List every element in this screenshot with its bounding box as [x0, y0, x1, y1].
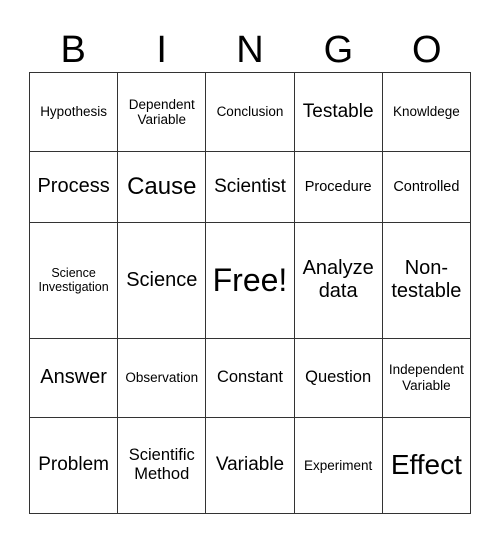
bingo-cell: Constant: [205, 337, 295, 418]
bingo-cell: Science Investigation: [28, 221, 119, 339]
bingo-cell: Scientist: [205, 151, 295, 223]
bingo-row: Science Investigation Science Free! Anal…: [28, 221, 472, 339]
header-letter-n: N: [236, 29, 264, 71]
bingo-cell: Dependent Variable: [117, 71, 207, 153]
header-letter-g: G: [323, 29, 354, 71]
free-space-cell: Free!: [205, 221, 295, 339]
bingo-cell: Observation: [117, 337, 207, 418]
bingo-row: Problem Scientific Method Variable Exper…: [28, 416, 472, 515]
bingo-header: B I N G O: [29, 28, 471, 72]
bingo-cell: Controlled: [381, 151, 472, 223]
bingo-cell: Answer: [28, 337, 119, 418]
header-letter-o: O: [412, 29, 442, 71]
bingo-cell: Analyze data: [293, 221, 383, 339]
bingo-cell: Procedure: [293, 151, 383, 223]
bingo-cell: Problem: [28, 416, 119, 515]
bingo-row: Hypothesis Dependent Variable Conclusion…: [28, 71, 472, 153]
bingo-cell: Knowldege: [381, 71, 472, 153]
bingo-cell: Independent Variable: [381, 337, 472, 418]
bingo-cell: Non-testable: [381, 221, 472, 339]
header-letter-b: B: [60, 29, 86, 71]
bingo-cell: Cause: [117, 151, 207, 223]
bingo-cell: Testable: [293, 71, 383, 153]
bingo-cell: Effect: [381, 416, 472, 515]
header-letter-i: I: [156, 29, 167, 71]
bingo-cell: Question: [293, 337, 383, 418]
bingo-cell: Hypothesis: [28, 71, 119, 153]
bingo-cell: Science: [117, 221, 207, 339]
bingo-row: Process Cause Scientist Procedure Contro…: [28, 151, 472, 223]
bingo-row: Answer Observation Constant Question Ind…: [28, 337, 472, 418]
bingo-cell: Conclusion: [205, 71, 295, 153]
bingo-cell: Variable: [205, 416, 295, 515]
bingo-card: Hypothesis Dependent Variable Conclusion…: [28, 71, 472, 515]
bingo-cell: Scientific Method: [117, 416, 207, 515]
bingo-cell: Experiment: [293, 416, 383, 515]
bingo-cell: Process: [28, 151, 119, 223]
